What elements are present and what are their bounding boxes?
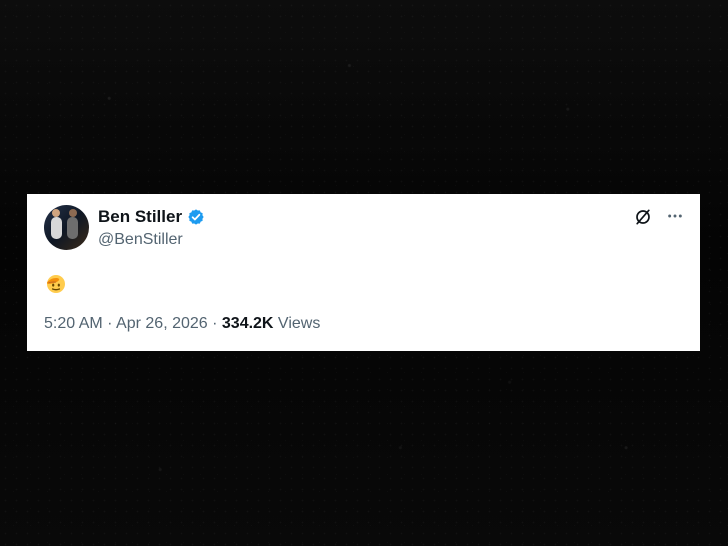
author-name-row: Ben Stiller: [98, 207, 205, 227]
saluting-face-emoji: [44, 271, 68, 295]
author-handle[interactable]: @BenStiller: [98, 230, 183, 250]
tweet-card: Ben Stiller @BenStiller 5:20 AM · Apr 26…: [27, 194, 700, 351]
tweet-time[interactable]: 5:20 AM: [44, 315, 103, 332]
tweet-date[interactable]: Apr 26, 2026: [116, 315, 208, 332]
display-name[interactable]: Ben Stiller: [98, 207, 182, 227]
views-count[interactable]: 334.2K: [222, 315, 274, 332]
grok-icon[interactable]: [633, 207, 653, 227]
tweet-meta: 5:20 AM · Apr 26, 2026 · 334.2K Views: [44, 314, 320, 334]
more-options-icon[interactable]: [667, 208, 683, 224]
verified-badge-icon: [187, 208, 205, 226]
views-label: Views: [273, 315, 321, 332]
meta-separator-2: ·: [207, 315, 222, 332]
avatar[interactable]: [44, 205, 89, 250]
meta-separator-1: ·: [102, 315, 117, 332]
